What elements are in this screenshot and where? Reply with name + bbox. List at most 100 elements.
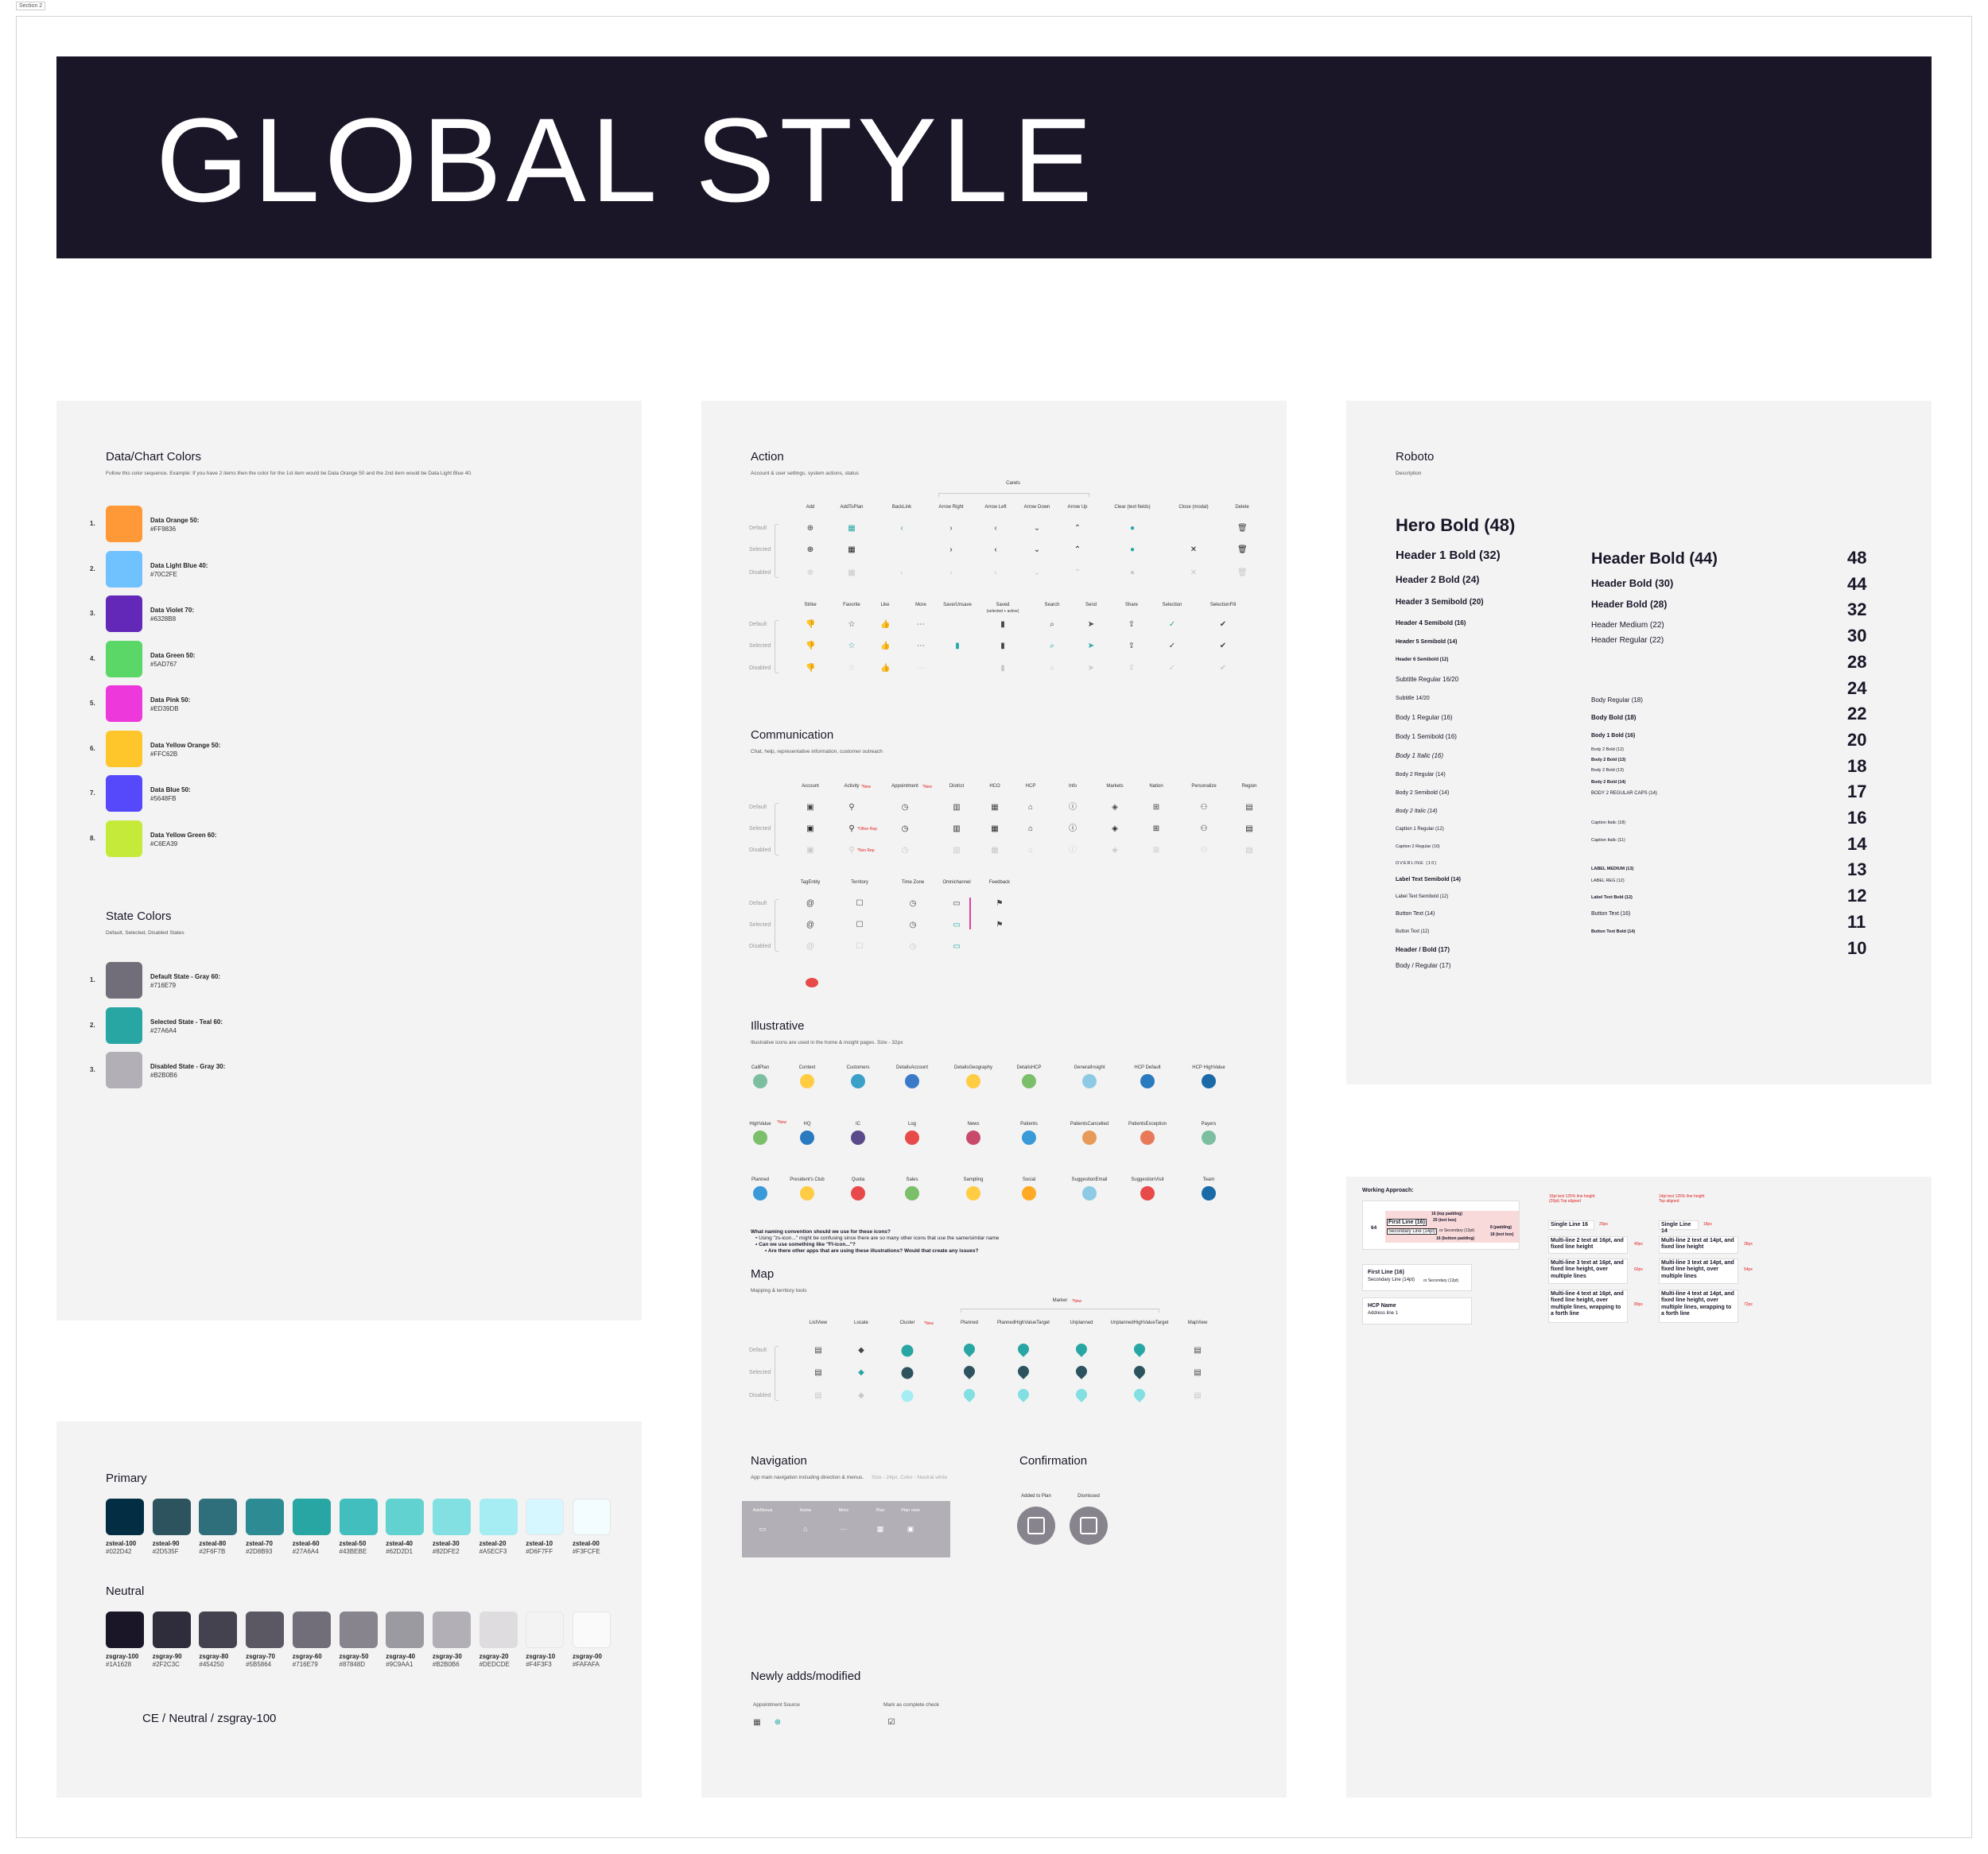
communication-icon[interactable]: ▣ [806,846,815,855]
map-pin-icon[interactable] [1074,1387,1089,1402]
action-icon[interactable]: ● [1128,524,1137,533]
action-icon[interactable]: › [946,545,956,555]
action-icon[interactable]: ⌄ [1032,568,1042,578]
communication-icon[interactable]: ⚲ [847,824,856,834]
map-icon[interactable]: ▤ [1193,1346,1202,1356]
communication-icon[interactable]: ▥ [952,803,961,813]
map-icon[interactable]: ▤ [813,1346,823,1356]
action-icon[interactable]: ● [1128,568,1137,578]
communication-icon[interactable]: ▭ [952,921,961,930]
map-pin-icon[interactable] [1132,1341,1147,1357]
map-pin-icon[interactable] [1074,1341,1089,1357]
communication-icon[interactable]: ▭ [952,899,961,909]
action-icon[interactable]: ▦ [847,545,856,555]
action-icon[interactable]: ⌄ [1032,524,1042,533]
action-icon[interactable]: › [946,524,956,533]
map-pin-icon[interactable] [1074,1363,1089,1379]
communication-icon[interactable]: ☐ [855,899,864,909]
action-icon[interactable]: ⌃ [1073,568,1082,578]
map-pin-icon[interactable] [961,1341,977,1357]
communication-icon[interactable]: ⊞ [1151,824,1161,834]
action-icon[interactable]: ⌄ [1032,545,1042,555]
communication-icon[interactable]: ▦ [990,846,1000,855]
nav-item-icon[interactable]: ⋯ [841,1525,848,1534]
action-icon[interactable]: ‹ [991,545,1000,555]
action-icon[interactable]: ⇪ [1127,620,1136,630]
action-icon[interactable]: ⌕ [1047,664,1057,673]
action-icon[interactable]: ▮ [998,642,1008,651]
action-icon[interactable]: ➤ [1086,642,1096,651]
communication-icon[interactable]: ▣ [806,803,815,813]
map-pin-icon[interactable] [961,1387,977,1402]
map-pin-icon[interactable] [1015,1363,1031,1379]
communication-icon[interactable]: ⓘ [1068,824,1077,834]
action-icon[interactable]: ▮ [953,642,962,651]
action-icon[interactable]: 👍 [880,642,890,651]
action-icon[interactable]: 👎 [806,642,815,651]
nav-item-icon[interactable]: ▭ [759,1525,767,1534]
action-icon[interactable]: ⇪ [1127,642,1136,651]
nav-item-icon[interactable]: ▦ [877,1525,884,1534]
action-icon[interactable]: ✕ [1189,568,1198,578]
action-icon[interactable]: 👎 [806,620,815,630]
nav-item-icon[interactable]: ▣ [907,1525,914,1534]
action-icon[interactable]: ‹ [897,568,907,578]
action-icon[interactable]: 👍 [880,664,890,673]
map-icon[interactable]: ▤ [1193,1368,1202,1378]
map-icon[interactable]: ◆ [856,1346,866,1356]
map-icon[interactable]: ▤ [1193,1391,1202,1401]
map-pin-icon[interactable] [1015,1341,1031,1357]
communication-icon[interactable]: ◈ [1110,803,1120,813]
communication-icon[interactable]: ⚲ [847,803,856,813]
action-icon[interactable]: ✔ [1218,664,1228,673]
action-icon[interactable]: ‹ [897,524,907,533]
action-icon[interactable]: 👎 [806,664,815,673]
action-icon[interactable]: ▦ [847,524,856,533]
communication-icon[interactable]: ▥ [952,824,961,834]
map-icon[interactable]: ▤ [813,1368,823,1378]
communication-icon[interactable]: ⚇ [1199,824,1209,834]
action-icon[interactable]: ▮ [998,664,1008,673]
cluster-icon[interactable] [901,1344,914,1357]
communication-icon[interactable]: ◈ [1110,824,1120,834]
confirmation-button[interactable] [1017,1507,1055,1545]
action-icon[interactable]: 🗑 [1237,524,1248,533]
communication-icon[interactable]: ◷ [900,824,910,834]
action-icon[interactable]: ⋯ [916,620,926,630]
communication-icon[interactable]: ☐ [855,921,864,930]
action-icon[interactable]: ☆ [847,620,856,630]
action-icon[interactable]: ⋯ [916,642,926,651]
communication-icon[interactable]: ▭ [952,942,961,952]
communication-icon[interactable]: ⓘ [1068,803,1077,813]
cluster-icon[interactable] [901,1367,914,1379]
communication-icon[interactable]: ▦ [990,824,1000,834]
map-pin-icon[interactable] [1132,1387,1147,1402]
communication-icon[interactable]: ⚇ [1199,846,1209,855]
communication-icon[interactable]: ⊞ [1151,803,1161,813]
communication-icon[interactable]: ◷ [908,921,918,930]
action-icon[interactable]: ⊕ [806,524,815,533]
communication-icon[interactable]: ◷ [908,942,918,952]
action-icon[interactable]: ✓ [1167,664,1177,673]
communication-icon[interactable]: ⚲ [847,846,856,855]
communication-icon[interactable]: ⌂ [1026,803,1035,813]
action-icon[interactable]: ✕ [1189,545,1198,555]
action-icon[interactable]: 👍 [880,620,890,630]
action-icon[interactable]: ⌃ [1073,545,1082,555]
action-icon[interactable]: ⌕ [1047,620,1057,630]
communication-icon[interactable]: ⓘ [1068,846,1077,855]
mark-complete-icon[interactable]: ☑ [887,1718,896,1728]
action-icon[interactable]: ➤ [1086,664,1096,673]
nav-item-icon[interactable]: ⌂ [803,1525,807,1533]
communication-icon[interactable]: ▥ [952,846,961,855]
communication-icon[interactable]: ⌂ [1026,846,1035,855]
appointment-source-icon[interactable]: ▦ [752,1718,762,1728]
action-icon[interactable]: ⊕ [806,545,815,555]
communication-icon[interactable]: @ [806,921,815,930]
communication-icon[interactable]: ◷ [900,846,910,855]
action-icon[interactable]: ▮ [998,620,1008,630]
communication-icon[interactable]: ▤ [1244,803,1254,813]
communication-icon[interactable]: ⚇ [1199,803,1209,813]
action-icon[interactable]: ✓ [1167,620,1177,630]
action-icon[interactable]: ✔ [1218,620,1228,630]
